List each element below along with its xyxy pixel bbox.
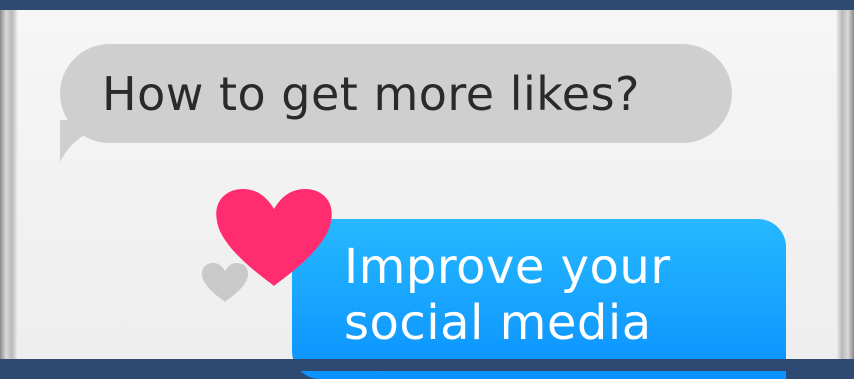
bottom-frame-bar xyxy=(0,359,854,371)
outgoing-message-line-2: social media xyxy=(344,295,652,351)
heart-icon xyxy=(201,263,249,302)
incoming-message-bubble[interactable]: How to get more likes? xyxy=(60,44,732,143)
top-frame-bar xyxy=(0,0,854,10)
incoming-message-text: How to get more likes? xyxy=(102,66,640,121)
outgoing-message-bubble[interactable]: Improve your social media xyxy=(292,219,786,379)
outgoing-message-line-1: Improve your xyxy=(344,239,671,295)
